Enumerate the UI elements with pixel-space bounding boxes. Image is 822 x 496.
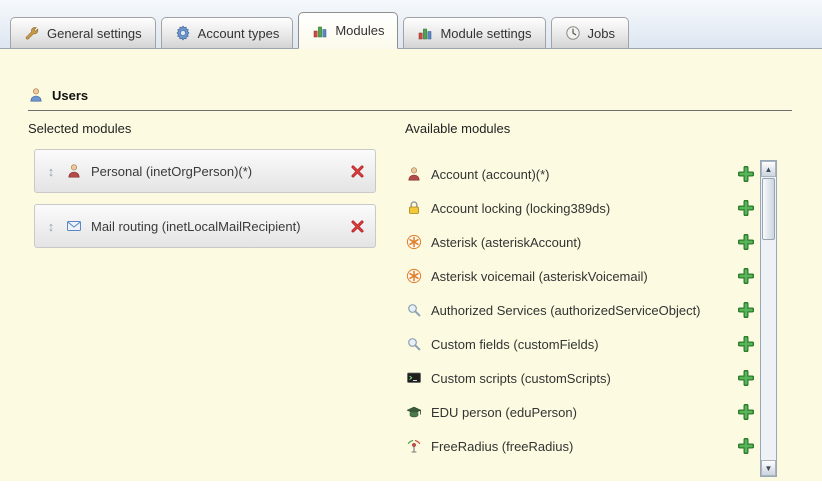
drag-handle-icon[interactable]: ↕: [45, 164, 57, 179]
available-module-row: Custom scripts (customScripts): [406, 361, 754, 395]
available-module-row: Asterisk voicemail (asteriskVoicemail): [406, 259, 754, 293]
graduation-icon: [406, 404, 422, 420]
add-module-button[interactable]: [738, 438, 754, 454]
wrench-icon: [24, 25, 40, 41]
tab-account-types[interactable]: Account types: [161, 17, 294, 48]
available-module-row: Authorized Services (authorizedServiceOb…: [406, 293, 754, 327]
asterisk-icon: [406, 234, 422, 250]
tab-label: Account types: [198, 26, 280, 41]
available-module-row: FreeRadius (freeRadius): [406, 429, 754, 463]
content-panel: Users Selected modules Available modules…: [0, 49, 822, 481]
tab-list: General settings Account types Modules Modu…: [0, 0, 822, 48]
selected-modules-list: ↕ Personal (inetOrgPerson)(*) ↕ Mail routin…: [34, 149, 376, 259]
asterisk-icon: [406, 268, 422, 284]
selected-modules-heading: Selected modules: [28, 121, 131, 136]
add-module-button[interactable]: [738, 302, 754, 318]
add-module-button[interactable]: [738, 336, 754, 352]
remove-module-button[interactable]: [350, 164, 365, 179]
user-icon: [28, 87, 44, 103]
account-types-icon: [175, 25, 191, 41]
available-module-label: EDU person (eduPerson): [431, 405, 729, 420]
selected-module-label: Personal (inetOrgPerson)(*): [91, 164, 341, 179]
terminal-icon: [406, 370, 422, 386]
available-modules-list: Account (account)(*) Account locking (loc…: [406, 157, 754, 463]
mail-icon: [66, 218, 82, 234]
tab-module-settings[interactable]: Module settings: [403, 17, 545, 48]
selected-module-item: ↕ Personal (inetOrgPerson)(*): [34, 149, 376, 193]
available-module-label: Asterisk voicemail (asteriskVoicemail): [431, 269, 729, 284]
scrollbar-up-button[interactable]: ▲: [761, 161, 776, 177]
remove-module-button[interactable]: [350, 219, 365, 234]
available-module-label: Asterisk (asteriskAccount): [431, 235, 729, 250]
person-icon: [66, 163, 82, 179]
available-module-row: Account (account)(*): [406, 157, 754, 191]
add-module-button[interactable]: [738, 370, 754, 386]
available-module-label: Authorized Services (authorizedServiceOb…: [431, 303, 729, 318]
tab-label: General settings: [47, 26, 142, 41]
add-module-button[interactable]: [738, 166, 754, 182]
scrollbar-track[interactable]: [761, 177, 776, 460]
tab-label: Module settings: [440, 26, 531, 41]
selected-module-item: ↕ Mail routing (inetLocalMailRecipient): [34, 204, 376, 248]
available-module-row: EDU person (eduPerson): [406, 395, 754, 429]
users-section-header: Users: [28, 87, 792, 111]
lam-configuration-window: General settings Account types Modules Modu…: [0, 0, 822, 496]
available-module-row: Account locking (locking389ds): [406, 191, 754, 225]
available-modules-heading: Available modules: [405, 121, 510, 136]
clock-icon: [565, 25, 581, 41]
modules-icon: [312, 23, 328, 39]
available-module-label: Account (account)(*): [431, 167, 729, 182]
add-module-button[interactable]: [738, 404, 754, 420]
tab-jobs[interactable]: Jobs: [551, 17, 629, 48]
users-section-title: Users: [52, 88, 88, 103]
available-module-row: Asterisk (asteriskAccount): [406, 225, 754, 259]
add-module-button[interactable]: [738, 200, 754, 216]
person-icon: [406, 166, 422, 182]
available-module-row: Custom fields (customFields): [406, 327, 754, 361]
selected-module-label: Mail routing (inetLocalMailRecipient): [91, 219, 341, 234]
tab-general-settings[interactable]: General settings: [10, 17, 156, 48]
tab-modules[interactable]: Modules: [298, 12, 398, 49]
tab-label: Modules: [335, 23, 384, 38]
scrollbar[interactable]: ▲ ▼: [760, 160, 777, 477]
magnifier-icon: [406, 302, 422, 318]
add-module-button[interactable]: [738, 234, 754, 250]
tab-bar: General settings Account types Modules Modu…: [0, 0, 822, 49]
module-settings-icon: [417, 25, 433, 41]
available-module-label: Custom fields (customFields): [431, 337, 729, 352]
scrollbar-thumb[interactable]: [762, 178, 775, 240]
add-module-button[interactable]: [738, 268, 754, 284]
drag-handle-icon[interactable]: ↕: [45, 219, 57, 234]
available-module-label: Custom scripts (customScripts): [431, 371, 729, 386]
antenna-icon: [406, 438, 422, 454]
tab-label: Jobs: [588, 26, 615, 41]
scrollbar-down-button[interactable]: ▼: [761, 460, 776, 476]
available-module-label: Account locking (locking389ds): [431, 201, 729, 216]
available-module-label: FreeRadius (freeRadius): [431, 439, 729, 454]
lock-icon: [406, 200, 422, 216]
magnifier-icon: [406, 336, 422, 352]
